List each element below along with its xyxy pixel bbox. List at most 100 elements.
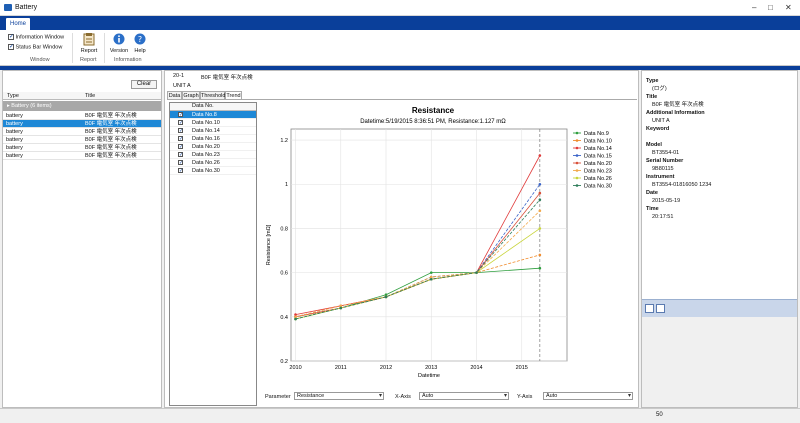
- list-item[interactable]: Data No.20: [170, 143, 256, 151]
- data-point: [538, 154, 542, 157]
- status-bar-window-toggle[interactable]: Status Bar Window: [8, 43, 62, 50]
- parameter-label: Parameter: [265, 394, 291, 400]
- group-header[interactable]: ▸ Battery (6 items): [3, 101, 161, 111]
- info-window-toggle[interactable]: Information Window: [8, 33, 64, 40]
- checkbox-icon[interactable]: [178, 167, 183, 175]
- file-number: 20-1: [173, 73, 185, 79]
- checkbox-icon[interactable]: [178, 119, 183, 127]
- list-item[interactable]: Data No.30: [170, 167, 256, 175]
- date-value: 2015-05-19: [652, 198, 681, 204]
- table-row[interactable]: battery B0F 電気室 年次点検: [3, 112, 161, 120]
- ribbon-tab-strip: [0, 16, 800, 30]
- y-tick-label: 0.6: [280, 271, 288, 277]
- window-group-label: Window: [30, 57, 50, 63]
- checkbox-icon[interactable]: [178, 159, 183, 167]
- help-button[interactable]: ? Help: [132, 33, 148, 54]
- list-item[interactable]: Data No.14: [170, 127, 256, 135]
- checkbox-icon[interactable]: [178, 127, 183, 135]
- table-row[interactable]: battery B0F 電気室 年次点検: [3, 152, 161, 160]
- data-point: [429, 271, 433, 274]
- version-button[interactable]: Version: [108, 33, 130, 54]
- time-value: 20:17:51: [652, 214, 674, 220]
- file-list-panel: Clear Type Title ▸ Battery (6 items) bat…: [2, 70, 162, 408]
- x-tick-label: 2011: [335, 365, 347, 371]
- maximize-icon[interactable]: □: [768, 3, 773, 12]
- x-tick-label: 2013: [425, 365, 437, 371]
- list-item[interactable]: Data No.10: [170, 119, 256, 127]
- serial-label: Serial Number: [646, 158, 684, 164]
- status-value: 50: [656, 412, 663, 418]
- list-item[interactable]: Data No.26: [170, 159, 256, 167]
- xaxis-label: X-Axis: [395, 394, 411, 400]
- xaxis-select[interactable]: Auto: [419, 392, 509, 400]
- col-title[interactable]: Title: [85, 93, 95, 99]
- minimize-icon[interactable]: –: [752, 3, 756, 12]
- table-row[interactable]: battery B0F 電気室 年次点検: [3, 144, 161, 152]
- y-tick-label: 0.8: [280, 226, 288, 232]
- ribbon: Information Window Status Bar Window Win…: [0, 30, 800, 66]
- x-tick-label: 2010: [289, 365, 301, 371]
- x-tick-label: 2012: [380, 365, 392, 371]
- model-label: Model: [646, 142, 662, 148]
- info-panel: Type (ログ) Title B0F 電気室 年次点検 Additional …: [641, 70, 798, 408]
- report-icon: [83, 33, 95, 46]
- legend-marker: [575, 169, 579, 172]
- data-point: [538, 253, 542, 257]
- trend-chart[interactable]: Resistance Datetime:5/19/2015 8:36:51 PM…: [261, 102, 637, 392]
- info-lower-area: [642, 317, 797, 407]
- checkbox-icon[interactable]: [8, 43, 14, 50]
- help-icon: ?: [134, 33, 146, 45]
- parameter-select[interactable]: Resistance: [294, 392, 384, 400]
- legend-entry: Data No.30: [584, 184, 612, 190]
- status-bar: 50: [0, 408, 800, 423]
- x-tick-label: 2014: [470, 365, 482, 371]
- data-point: [384, 295, 388, 299]
- data-point: [294, 317, 297, 321]
- table-row[interactable]: battery B0F 電気室 年次点検: [3, 136, 161, 144]
- close-icon[interactable]: ✕: [785, 3, 792, 12]
- legend-marker: [575, 131, 579, 135]
- table-row[interactable]: battery B0F 電気室 年次点検: [3, 120, 161, 128]
- list-item[interactable]: Data No.16: [170, 135, 256, 143]
- legend-entry: Data No.20: [584, 161, 612, 167]
- data-point: [339, 306, 343, 310]
- y-tick-label: 0.4: [280, 315, 288, 321]
- sort-icon[interactable]: [645, 304, 654, 313]
- checkbox-icon[interactable]: [8, 33, 14, 40]
- title-value: B0F 電気室 年次点検: [652, 102, 704, 108]
- clear-button[interactable]: Clear: [131, 80, 157, 89]
- additional-info-label: Additional Information: [646, 110, 705, 116]
- checkbox-icon[interactable]: [178, 111, 183, 119]
- data-number-list: Data No. Data No.8 Data No.10 Data No.14…: [169, 102, 257, 406]
- file-title: B0F 電気室 年次点検: [201, 75, 253, 81]
- serial-value: 9B80115: [652, 166, 674, 172]
- legend-marker: [575, 176, 579, 180]
- x-axis-label: Datetime: [418, 373, 440, 379]
- tab-home[interactable]: Home: [6, 18, 30, 30]
- legend-entry: Data No.26: [584, 176, 612, 182]
- checkbox-icon[interactable]: [178, 143, 183, 151]
- type-value: (ログ): [652, 86, 667, 92]
- col-type[interactable]: Type: [7, 93, 19, 99]
- yaxis-select[interactable]: Auto: [543, 392, 633, 400]
- list-item[interactable]: Data No.23: [170, 151, 256, 159]
- instrument-value: BT3554-01816050 1234: [652, 182, 712, 188]
- legend-marker: [575, 139, 579, 142]
- data-point: [538, 182, 542, 186]
- y-tick-label: 1.2: [280, 138, 288, 144]
- list-view-icon[interactable]: [656, 304, 665, 313]
- title-bar: Battery – □ ✕: [0, 0, 800, 16]
- ribbon-separator: [72, 33, 73, 63]
- data-point: [429, 277, 433, 281]
- list-item[interactable]: Data No.8: [170, 111, 256, 119]
- app-icon: [4, 4, 12, 11]
- checkbox-icon[interactable]: [178, 135, 183, 143]
- legend-entry: Data No.23: [584, 169, 612, 175]
- legend-marker: [575, 146, 579, 150]
- table-row[interactable]: battery B0F 電気室 年次点検: [3, 128, 161, 136]
- title-label: Title: [646, 94, 658, 100]
- checkbox-icon[interactable]: [178, 151, 183, 159]
- y-tick-label: 0.2: [280, 359, 288, 365]
- report-button[interactable]: Report: [80, 33, 98, 54]
- chart-subtitle: Datetime:5/19/2015 8:36:51 PM, Resistanc…: [360, 119, 506, 125]
